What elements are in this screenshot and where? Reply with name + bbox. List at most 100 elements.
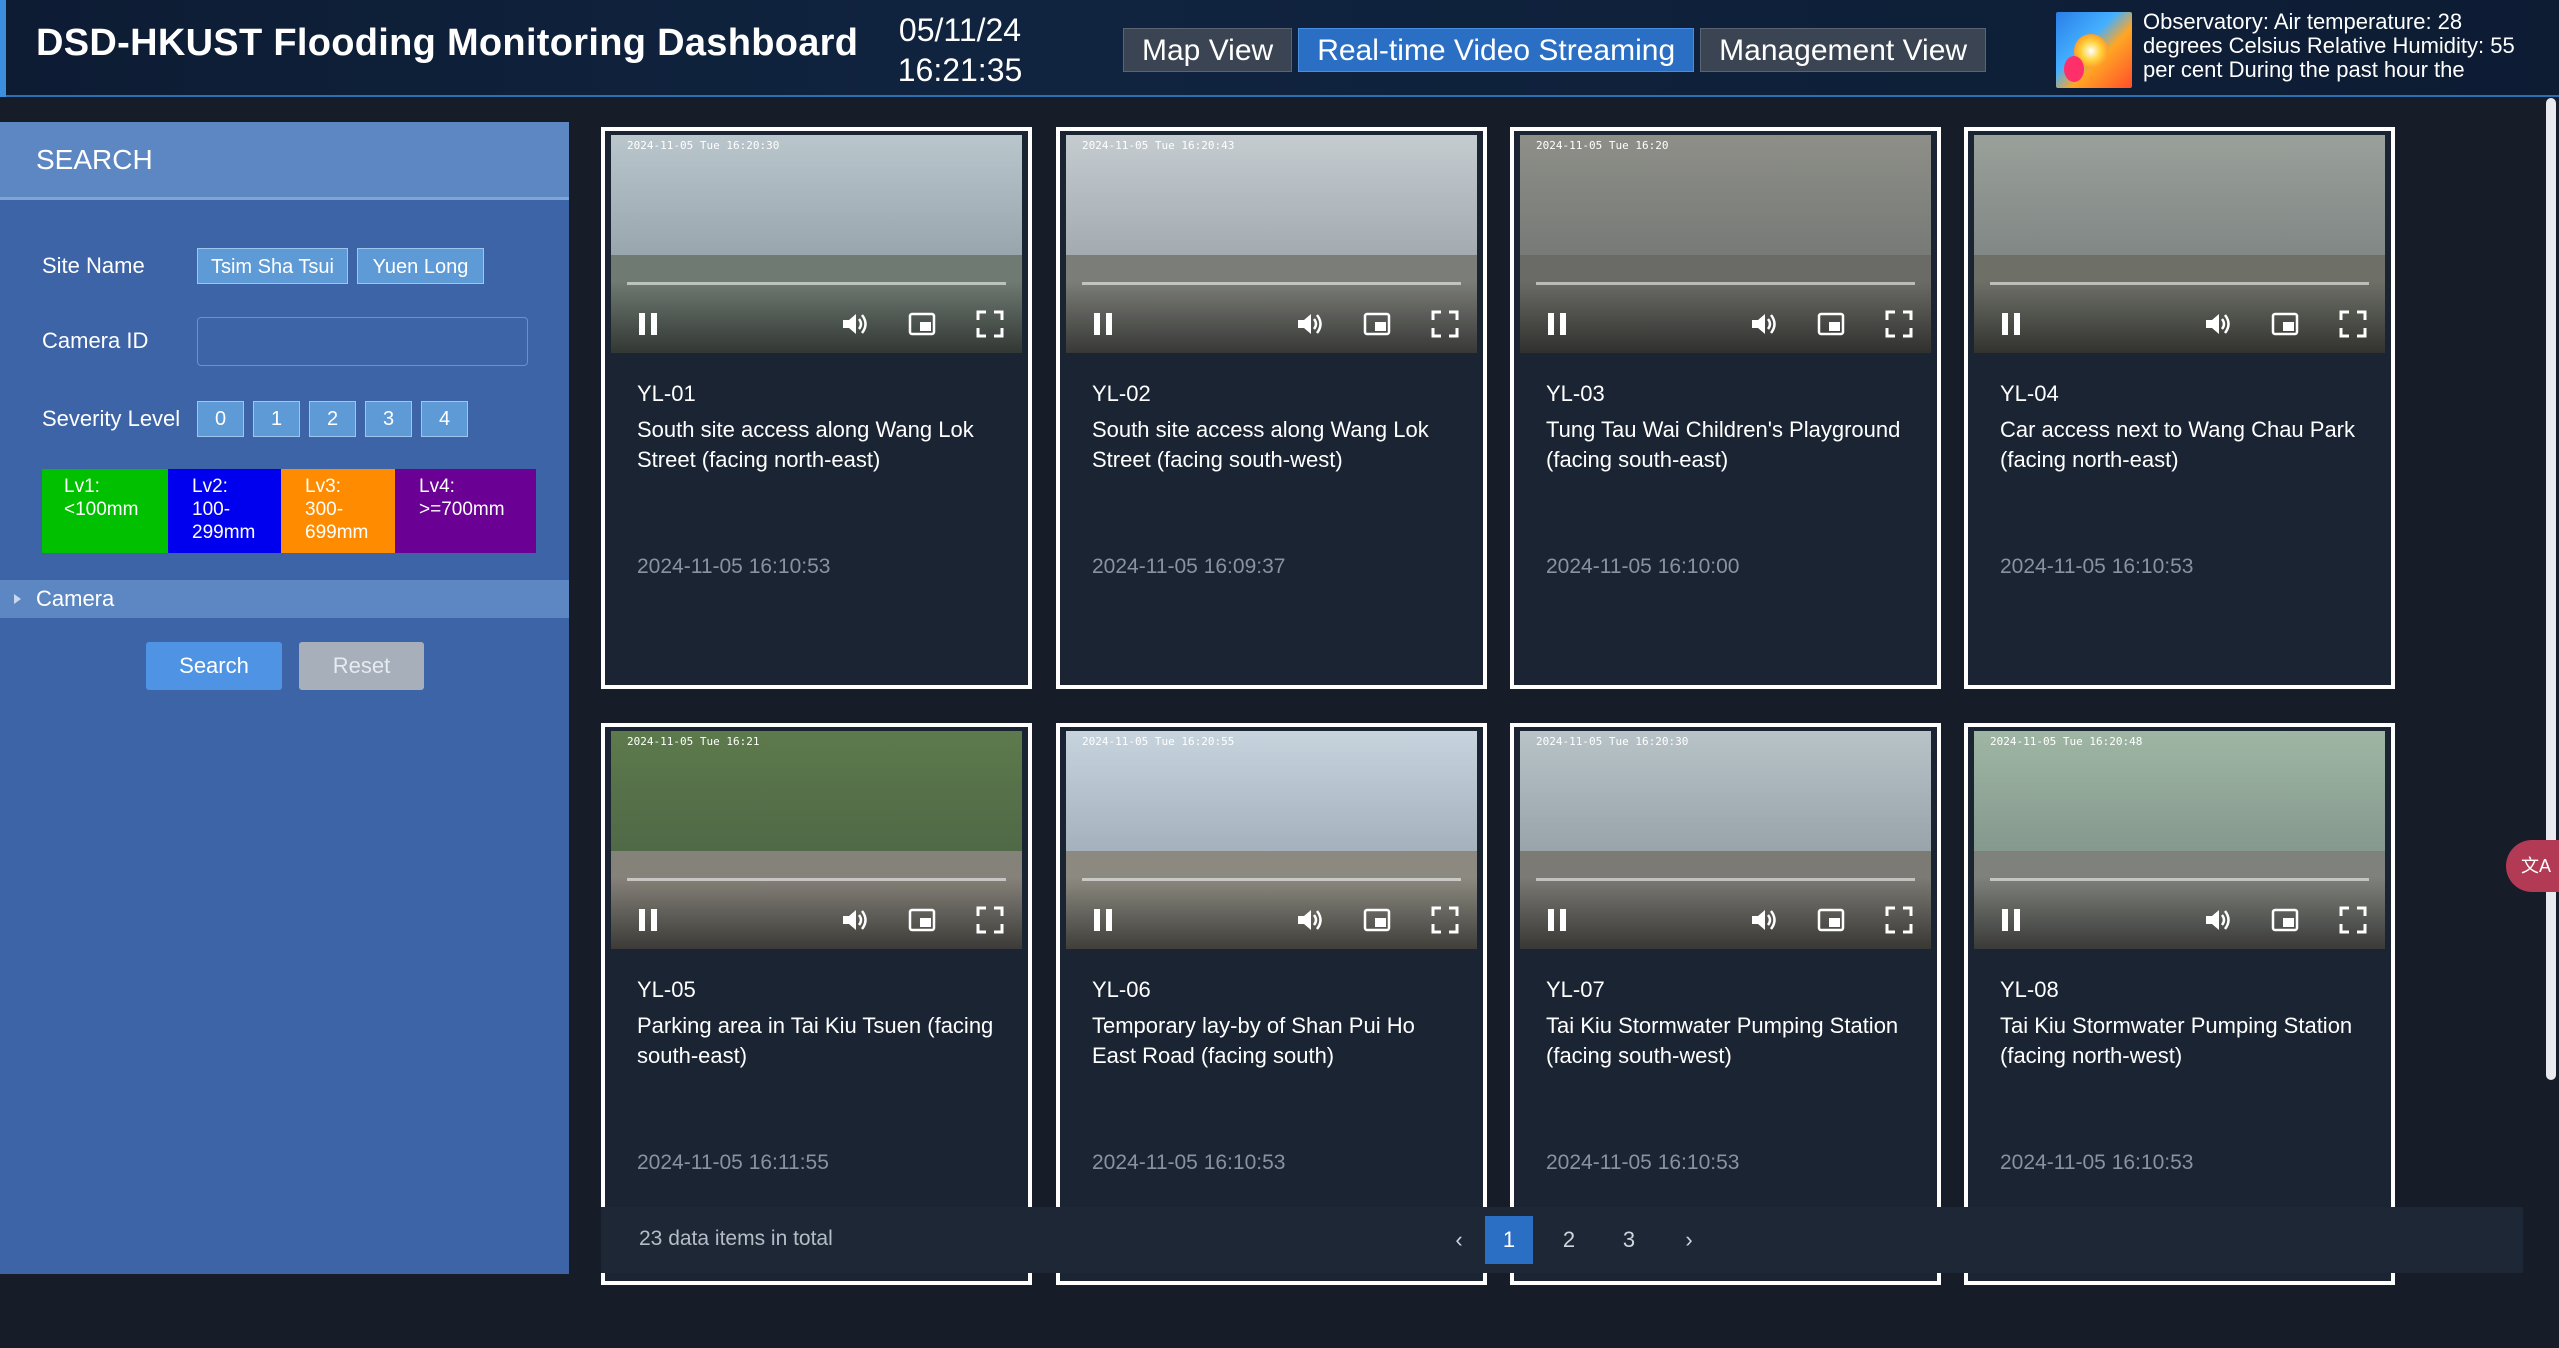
search-heading: SEARCH xyxy=(0,122,569,200)
picture-in-picture-icon[interactable] xyxy=(907,905,937,935)
page-button-3[interactable]: 3 xyxy=(1605,1216,1653,1264)
tab-realtime-video[interactable]: Real-time Video Streaming xyxy=(1298,28,1695,72)
severity-button-3[interactable]: 3 xyxy=(365,401,412,437)
tab-management-view[interactable]: Management View xyxy=(1700,28,1987,72)
volume-icon[interactable] xyxy=(2202,905,2232,935)
video-timestamp-overlay: 2024-11-05 Tue 16:20:30 xyxy=(627,139,780,152)
legend-lv3: Lv3: 300-699mm xyxy=(281,469,395,553)
pause-icon[interactable] xyxy=(1088,905,1118,935)
picture-in-picture-icon[interactable] xyxy=(1362,309,1392,339)
volume-icon[interactable] xyxy=(839,905,869,935)
pause-icon[interactable] xyxy=(633,905,663,935)
video-progress-bar[interactable] xyxy=(1082,282,1461,285)
pause-icon[interactable] xyxy=(1088,309,1118,339)
fullscreen-icon[interactable] xyxy=(1884,309,1914,339)
reset-button[interactable]: Reset xyxy=(299,642,424,690)
video-controls-shade xyxy=(611,877,1022,949)
volume-icon[interactable] xyxy=(1748,309,1778,339)
volume-icon[interactable] xyxy=(839,309,869,339)
pause-icon[interactable] xyxy=(1542,905,1572,935)
severity-button-2[interactable]: 2 xyxy=(309,401,356,437)
search-button[interactable]: Search xyxy=(146,642,282,690)
severity-level-label: Severity Level xyxy=(42,406,181,431)
video-timestamp-overlay: 2024-11-05 Tue 16:20:43 xyxy=(1082,139,1235,152)
camera-section-toggle[interactable]: Camera xyxy=(0,580,569,618)
video-frame-top xyxy=(611,135,1022,255)
legend-lv4-range: >=700mm xyxy=(419,499,505,520)
camera-card[interactable]: 2024-11-05 Tue 16:20 YL-03 Tung Tau Wai Ch… xyxy=(1510,127,1941,689)
volume-icon[interactable] xyxy=(1294,309,1324,339)
camera-timestamp: 2024-11-05 16:10:53 xyxy=(2000,555,2194,578)
camera-id: YL-07 xyxy=(1546,977,1605,1002)
site-tag-tsim-sha-tsui[interactable]: Tsim Sha Tsui xyxy=(197,248,348,284)
fullscreen-icon[interactable] xyxy=(1884,905,1914,935)
camera-card[interactable]: 2024-11-05 Tue 16:20:30 YL-07 Tai Kiu Stor… xyxy=(1510,723,1941,1285)
video-player[interactable]: 2024-11-05 Tue 16:20:48 xyxy=(1974,731,2385,949)
video-player[interactable]: 2024-11-05 Tue 16:21 xyxy=(611,731,1022,949)
video-player[interactable]: 2024-11-05 Tue 16:20 xyxy=(1520,135,1931,353)
severity-button-1[interactable]: 1 xyxy=(253,401,300,437)
severity-button-0[interactable]: 0 xyxy=(197,401,244,437)
camera-timestamp: 2024-11-05 16:10:53 xyxy=(637,555,831,578)
pause-icon[interactable] xyxy=(633,309,663,339)
picture-in-picture-icon[interactable] xyxy=(2270,309,2300,339)
page-scrollbar[interactable] xyxy=(2546,98,2556,1080)
pause-icon[interactable] xyxy=(1996,309,2026,339)
fullscreen-icon[interactable] xyxy=(2338,905,2368,935)
video-progress-bar[interactable] xyxy=(627,282,1006,285)
video-frame-top xyxy=(1066,135,1477,255)
weather-icon xyxy=(2056,12,2132,88)
page-button-2[interactable]: 2 xyxy=(1545,1216,1593,1264)
video-player[interactable]: 2024-11-05 Tue 16:20:43 xyxy=(1066,135,1477,353)
translate-icon[interactable]: 文A xyxy=(2506,840,2559,892)
video-progress-bar[interactable] xyxy=(1082,878,1461,881)
tab-map-view[interactable]: Map View xyxy=(1123,28,1293,72)
camera-description: Parking area in Tai Kiu Tsuen (facing so… xyxy=(637,1013,994,1068)
video-timestamp-overlay: 2024-11-05 Tue 16:20:30 xyxy=(1536,735,1689,748)
video-progress-bar[interactable] xyxy=(627,878,1006,881)
fullscreen-icon[interactable] xyxy=(975,309,1005,339)
camera-card[interactable]: 2024-11-05 Tue 16:21 YL-05 Parking area in… xyxy=(601,723,1032,1285)
pause-icon[interactable] xyxy=(1542,309,1572,339)
camera-card[interactable]: 2024-11-05 Tue 16:20:30 YL-01 South site a… xyxy=(601,127,1032,689)
camera-card[interactable]: 2024-11-05 Tue 16:20:55 YL-06 Temporary la… xyxy=(1056,723,1487,1285)
picture-in-picture-icon[interactable] xyxy=(907,309,937,339)
camera-timestamp: 2024-11-05 16:10:53 xyxy=(1092,1151,1286,1174)
video-player[interactable]: 2024-11-05 Tue 16:20:30 xyxy=(1520,731,1931,949)
volume-icon[interactable] xyxy=(2202,309,2232,339)
video-progress-bar[interactable] xyxy=(1990,282,2369,285)
picture-in-picture-icon[interactable] xyxy=(1816,309,1846,339)
video-player[interactable]: 2024-11-05 Tue 16:20:55 xyxy=(1066,731,1477,949)
camera-timestamp: 2024-11-05 16:10:00 xyxy=(1546,555,1740,578)
site-tag-yuen-long[interactable]: Yuen Long xyxy=(357,248,484,284)
volume-icon[interactable] xyxy=(1748,905,1778,935)
video-player[interactable]: 2024-11-05 Tue 16:20:30 xyxy=(611,135,1022,353)
camera-card[interactable]: 2024-11-05 Tue 16:20:43 YL-02 South site a… xyxy=(1056,127,1487,689)
video-progress-bar[interactable] xyxy=(1536,282,1915,285)
volume-icon[interactable] xyxy=(1294,905,1324,935)
video-progress-bar[interactable] xyxy=(1536,878,1915,881)
picture-in-picture-icon[interactable] xyxy=(1362,905,1392,935)
header-bar: DSD-HKUST Flooding Monitoring Dashboard … xyxy=(0,0,2559,97)
app-title: DSD-HKUST Flooding Monitoring Dashboard xyxy=(36,22,859,64)
camera-card[interactable]: YL-04 Car access next to Wang Chau Park (… xyxy=(1964,127,2395,689)
camera-card[interactable]: 2024-11-05 Tue 16:20:48 YL-08 Tai Kiu Stor… xyxy=(1964,723,2395,1285)
prev-page-button[interactable]: ‹ xyxy=(1435,1216,1483,1264)
legend-lv1-range: <100mm xyxy=(64,499,139,520)
video-player[interactable] xyxy=(1974,135,2385,353)
picture-in-picture-icon[interactable] xyxy=(2270,905,2300,935)
next-page-button[interactable]: › xyxy=(1665,1216,1713,1264)
fullscreen-icon[interactable] xyxy=(1430,309,1460,339)
fullscreen-icon[interactable] xyxy=(2338,309,2368,339)
page-button-1[interactable]: 1 xyxy=(1485,1216,1533,1264)
camera-description: South site access along Wang Lok Street … xyxy=(1092,417,1429,472)
camera-id-input[interactable] xyxy=(197,317,528,366)
camera-timestamp: 2024-11-05 16:09:37 xyxy=(1092,555,1286,578)
legend-lv3-label: Lv3: xyxy=(305,476,341,497)
video-progress-bar[interactable] xyxy=(1990,878,2369,881)
picture-in-picture-icon[interactable] xyxy=(1816,905,1846,935)
fullscreen-icon[interactable] xyxy=(975,905,1005,935)
fullscreen-icon[interactable] xyxy=(1430,905,1460,935)
severity-button-4[interactable]: 4 xyxy=(421,401,468,437)
pause-icon[interactable] xyxy=(1996,905,2026,935)
